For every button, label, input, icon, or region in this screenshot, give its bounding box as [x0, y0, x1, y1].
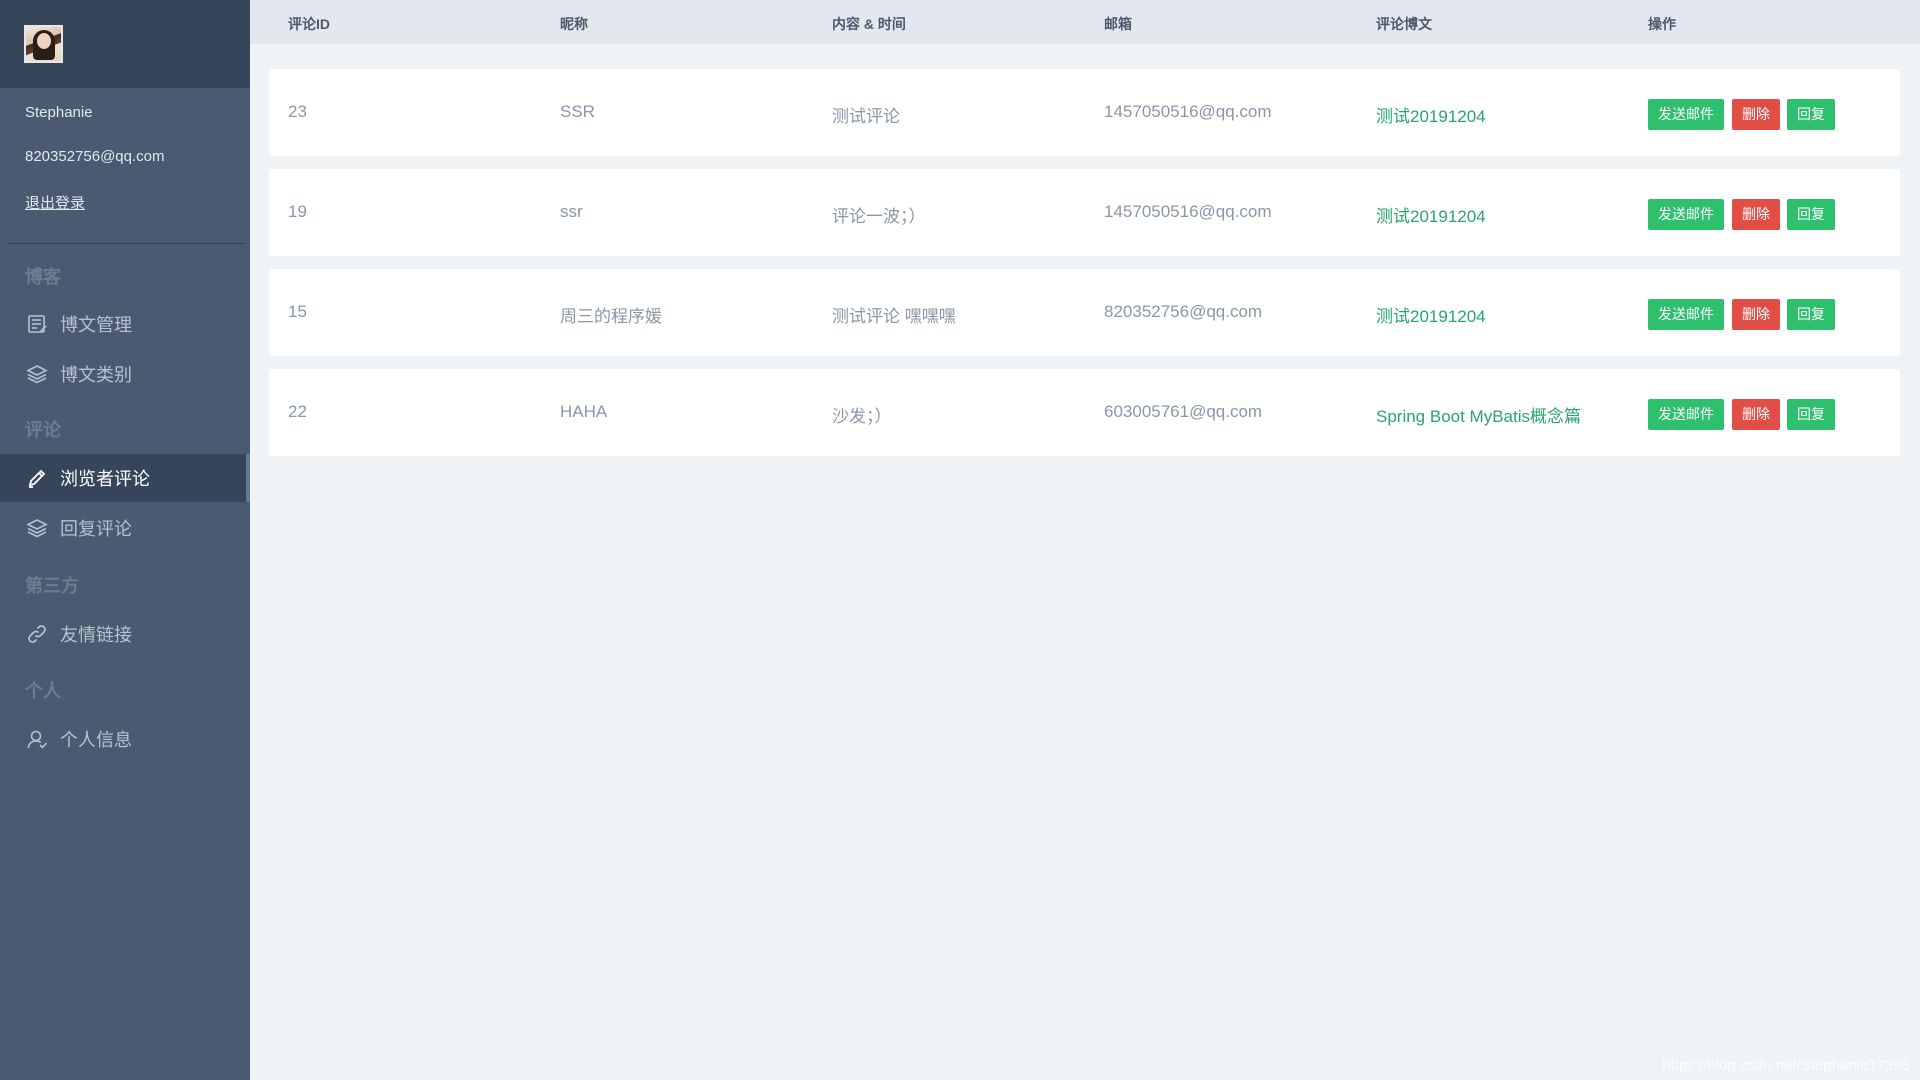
header-nickname: 昵称	[560, 16, 588, 32]
user-email: 820352756@qq.com	[25, 148, 165, 165]
comment-post-link[interactable]: 测试20191204	[1376, 102, 1486, 127]
comment-post-link[interactable]: 测试20191204	[1376, 202, 1486, 227]
sidebar-header	[0, 0, 250, 88]
user-icon	[26, 728, 48, 750]
section-title-personal: 个人	[25, 681, 61, 701]
comment-id: 23	[288, 102, 307, 121]
section-title-comments: 评论	[25, 420, 61, 440]
comment-nickname: HAHA	[560, 402, 608, 421]
comment-email: 603005761@qq.com	[1104, 402, 1263, 421]
comment-nickname: 周三的程序媛	[560, 307, 662, 326]
send-mail-button[interactable]: 发送邮件	[1648, 399, 1724, 430]
comment-email: 1457050516@qq.com	[1104, 102, 1272, 121]
comment-id: 19	[288, 202, 307, 221]
table-row: 22 HAHA 沙发；） 603005761@qq.com Spring Boo…	[269, 369, 1900, 456]
comment-content: 测试评论	[832, 107, 900, 126]
comment-content: 测试评论 嘿嘿嘿	[832, 307, 956, 326]
delete-button[interactable]: 删除	[1732, 99, 1780, 130]
sidebar-item-label: 回复评论	[60, 519, 132, 539]
header-comment-id: 评论ID	[288, 16, 330, 32]
header-content-time: 内容 & 时间	[832, 16, 906, 32]
comment-email: 1457050516@qq.com	[1104, 202, 1272, 221]
section-title-third-party: 第三方	[25, 576, 79, 596]
sidebar-item-friend-links[interactable]: 友情链接	[0, 610, 250, 658]
comment-nickname: ssr	[560, 202, 583, 221]
header-email: 邮箱	[1104, 16, 1132, 32]
header-post: 评论博文	[1376, 16, 1432, 32]
send-mail-button[interactable]: 发送邮件	[1648, 99, 1724, 130]
sidebar-divider	[7, 243, 244, 244]
reply-button[interactable]: 回复	[1787, 99, 1835, 130]
header-actions: 操作	[1648, 16, 1676, 32]
comment-post-link[interactable]: 测试20191204	[1376, 302, 1486, 327]
layers-icon	[26, 363, 48, 385]
delete-button[interactable]: 删除	[1732, 399, 1780, 430]
sidebar-item-label: 个人信息	[60, 730, 132, 750]
delete-button[interactable]: 删除	[1732, 299, 1780, 330]
main-content: 评论ID 昵称 内容 & 时间 邮箱 评论博文 操作 23 SSR 测试评论 1…	[250, 0, 1920, 1080]
document-icon	[26, 313, 48, 335]
table-row: 19 ssr 评论一波；） 1457050516@qq.com 测试201912…	[269, 169, 1900, 256]
user-name: Stephanie	[25, 104, 93, 121]
watermark: https://blog.csdn.net/Stephanie17395	[1662, 1057, 1910, 1074]
table-header: 评论ID 昵称 内容 & 时间 邮箱 评论博文 操作	[250, 0, 1920, 44]
comment-nickname: SSR	[560, 102, 595, 121]
layers-icon	[26, 517, 48, 539]
sidebar-item-visitor-comments[interactable]: 浏览者评论	[0, 454, 250, 502]
pencil-icon	[26, 467, 48, 489]
comment-id: 15	[288, 302, 307, 321]
avatar-face	[37, 33, 51, 49]
sidebar-item-reply-comments[interactable]: 回复评论	[0, 504, 250, 552]
avatar[interactable]	[24, 25, 63, 63]
sidebar-item-post-category[interactable]: 博文类别	[0, 350, 250, 398]
sidebar-item-label: 博文类别	[60, 365, 132, 385]
comment-id: 22	[288, 402, 307, 421]
link-icon	[26, 623, 48, 645]
sidebar-item-profile[interactable]: 个人信息	[0, 715, 250, 763]
table-row: 23 SSR 测试评论 1457050516@qq.com 测试20191204…	[269, 69, 1900, 156]
comment-email: 820352756@qq.com	[1104, 302, 1263, 321]
sidebar-item-label: 友情链接	[60, 625, 132, 645]
comment-content: 沙发；）	[832, 407, 892, 426]
comment-content: 评论一波；）	[832, 207, 926, 226]
sidebar-item-post-manage[interactable]: 博文管理	[0, 300, 250, 348]
send-mail-button[interactable]: 发送邮件	[1648, 299, 1724, 330]
reply-button[interactable]: 回复	[1787, 199, 1835, 230]
sidebar-item-label: 浏览者评论	[60, 469, 150, 489]
table-row: 15 周三的程序媛 测试评论 嘿嘿嘿 820352756@qq.com 测试20…	[269, 269, 1900, 356]
delete-button[interactable]: 删除	[1732, 199, 1780, 230]
comment-post-link[interactable]: Spring Boot MyBatis概念篇	[1376, 402, 1581, 427]
section-title-blog: 博客	[25, 267, 61, 287]
send-mail-button[interactable]: 发送邮件	[1648, 199, 1724, 230]
logout-link[interactable]: 退出登录	[25, 192, 85, 213]
sidebar-item-label: 博文管理	[60, 315, 132, 335]
sidebar: Stephanie 820352756@qq.com 退出登录 博客 博文管理 …	[0, 0, 250, 1080]
reply-button[interactable]: 回复	[1787, 299, 1835, 330]
reply-button[interactable]: 回复	[1787, 399, 1835, 430]
